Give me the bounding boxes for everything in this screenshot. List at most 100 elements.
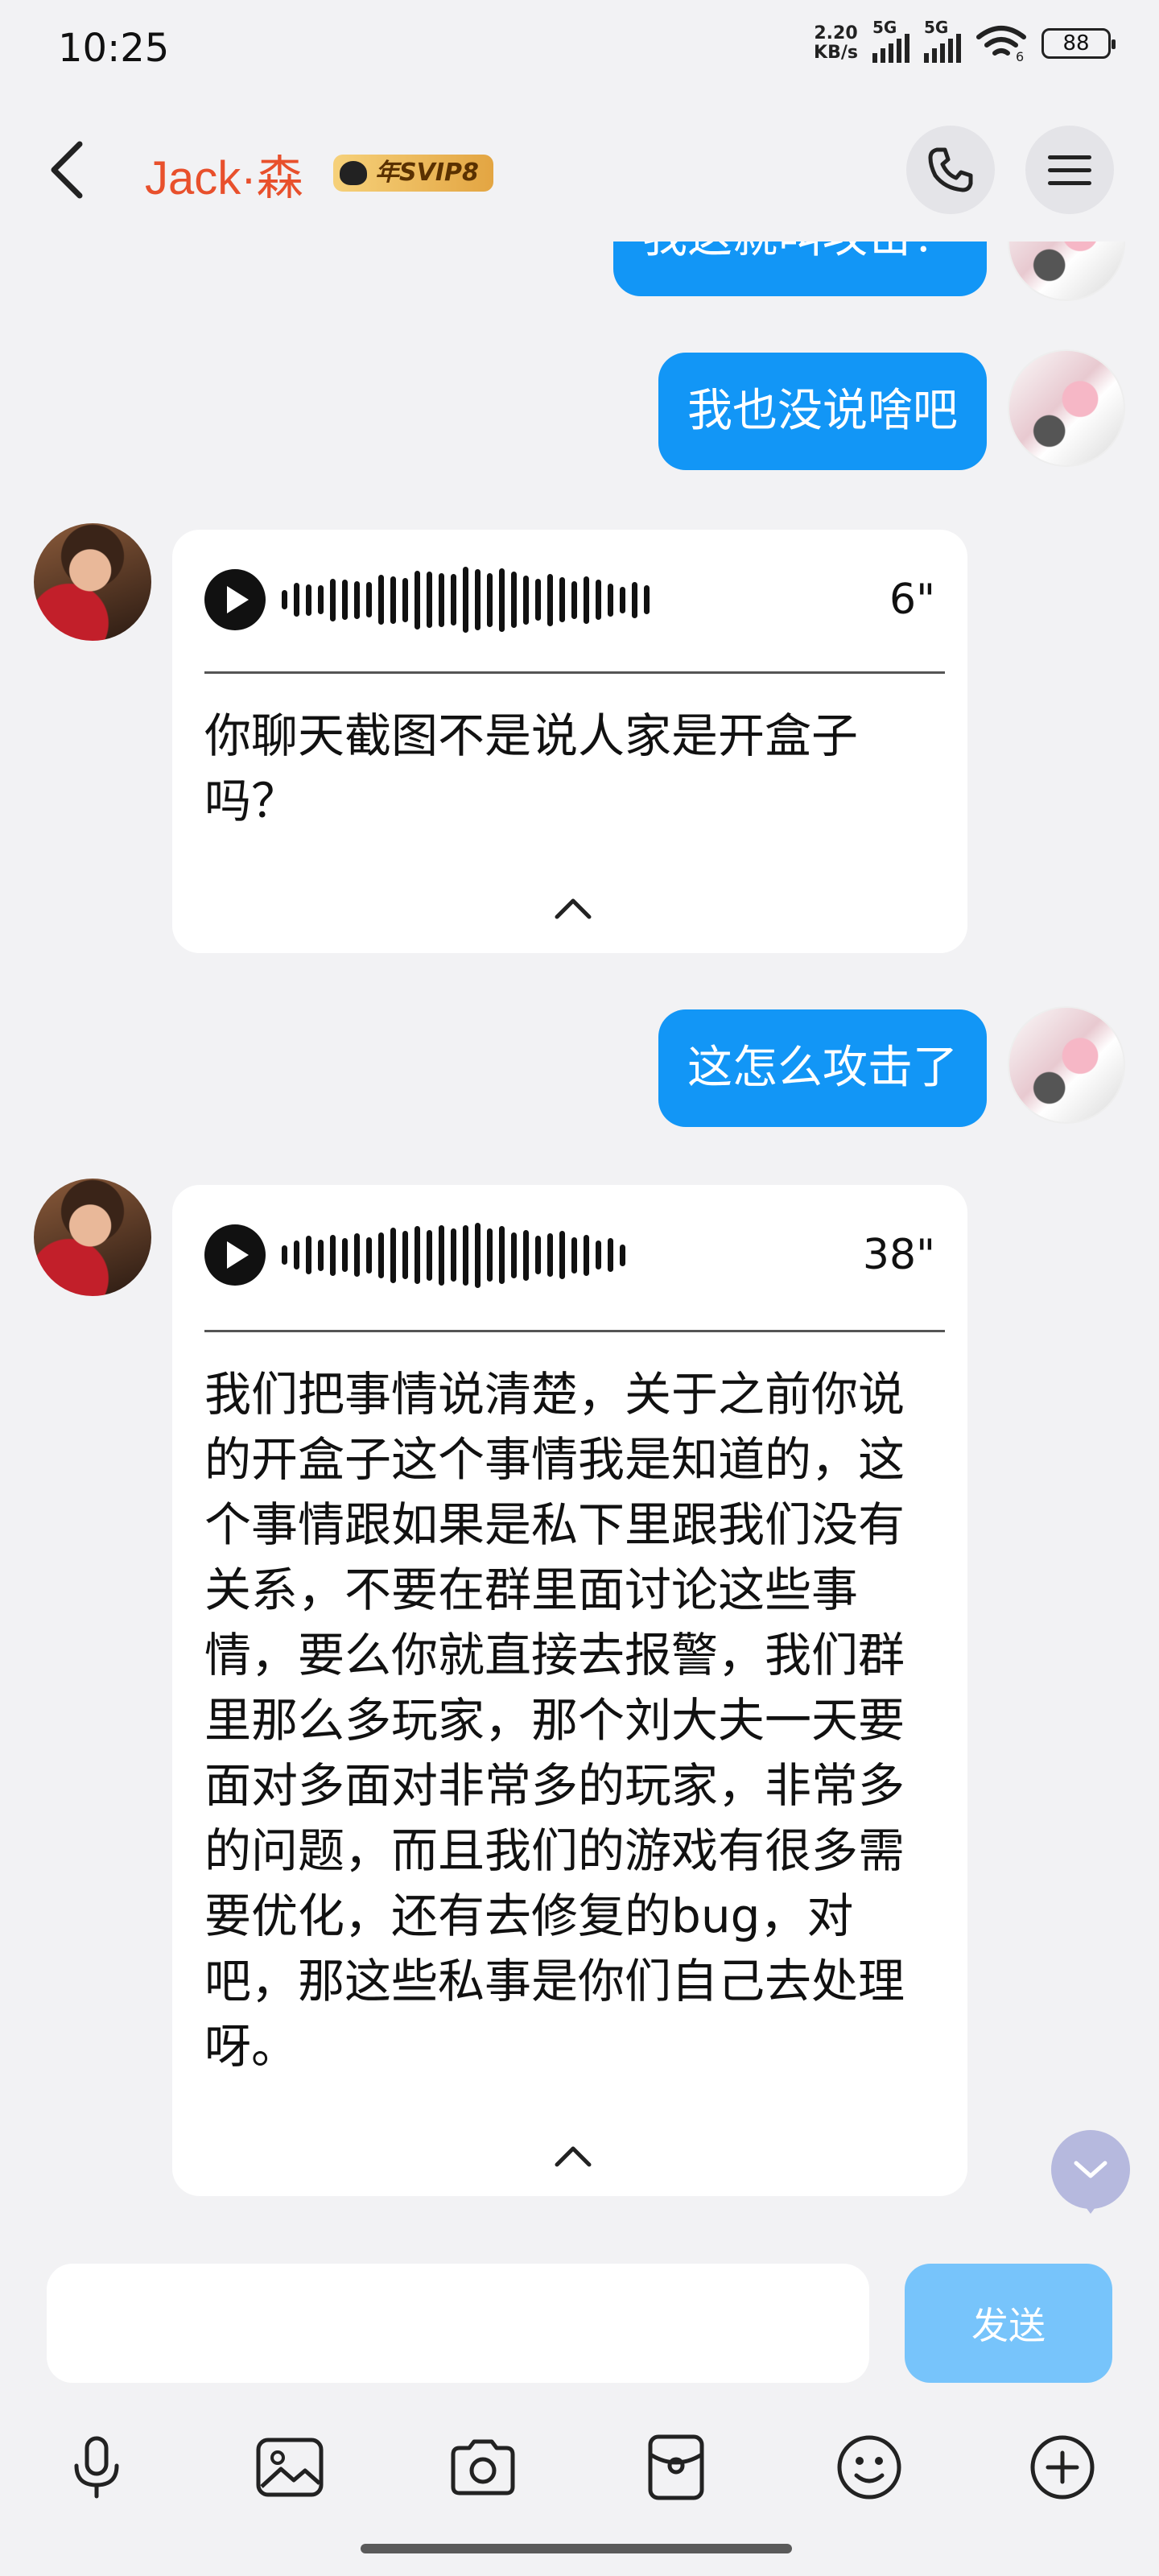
play-icon [227,1241,249,1269]
voice-input-button[interactable] [48,2419,145,2516]
waveform-bar [632,581,637,618]
waveform-bar [620,586,625,613]
peer-avatar[interactable] [34,523,151,641]
waveform-bar [330,578,336,621]
voice-duration: 6" [889,576,935,624]
waveform [282,1220,625,1290]
waveform-bar [294,1241,299,1269]
waveform-bar [451,1228,456,1282]
play-button[interactable] [204,1224,266,1286]
message-input[interactable] [47,2264,869,2383]
waveform-bar [318,585,324,614]
emoji-button[interactable] [821,2419,918,2516]
hamburger-icon [1048,155,1091,185]
waveform-bar [596,1241,601,1269]
waveform-bar [306,1236,311,1274]
waveform-bar [559,577,565,622]
red-packet-button[interactable] [628,2419,724,2516]
waveform-bar [354,1233,360,1277]
waveform-bar [475,1222,481,1288]
waveform-bar [402,577,408,622]
waveform-bar [330,1234,336,1276]
waveform-bar [402,1231,408,1279]
waveform-bar [378,575,384,625]
waveform-bar [487,572,493,627]
waveform-bar [523,575,529,625]
voice-message-card[interactable]: 6" 你聊天截图不是说人家是开盒子吗？ [172,530,967,953]
waveform-bar [354,580,360,619]
svip-badge[interactable]: 年SVIP8 [333,155,493,192]
home-indicator[interactable] [361,2544,792,2553]
waveform-bar [499,1226,505,1284]
voice-duration: 38" [862,1231,935,1279]
waveform-bar [499,568,505,632]
wifi-icon: 6 [976,26,1026,63]
waveform-bar [390,1227,396,1283]
voice-call-button[interactable] [906,126,995,214]
waveform-bar [511,1232,517,1278]
message-bubble-outgoing[interactable]: 这怎么攻击了 [658,1009,987,1127]
play-button[interactable] [204,569,266,630]
camera-button[interactable] [435,2419,531,2516]
contact-name[interactable]: Jack·森 [145,140,303,208]
plus-icon [1030,2435,1095,2500]
waveform-bar [547,573,553,626]
waveform-bar [306,584,311,616]
waveform-bar [439,572,444,627]
collapse-button[interactable] [549,892,597,924]
self-avatar[interactable] [1008,1006,1125,1124]
photo-button[interactable] [241,2419,338,2516]
self-avatar[interactable] [1008,349,1125,467]
menu-button[interactable] [1025,126,1114,214]
waveform-bar [547,1233,553,1277]
network-speed: 2.20 KB/s [814,23,858,63]
status-time: 10:25 [58,26,170,71]
waveform-bar [608,583,613,617]
waveform-bar [415,570,420,630]
waveform-bar [523,1229,529,1281]
waveform-bar [535,579,541,621]
chat-header: Jack·森 年SVIP8 [0,97,1159,242]
scroll-to-bottom-button[interactable] [1051,2130,1130,2214]
waveform-bar [439,1224,444,1286]
collapse-button[interactable] [549,2140,597,2172]
sim1-signal-icon: 5G [872,18,909,63]
waveform-bar [571,580,577,619]
camera-icon [451,2439,515,2496]
waveform-bar [596,580,601,620]
voice-message-card[interactable]: 38" 我们把事情说清楚，关于之前你说的开盒子这个事情我是知道的，这个事情跟如果… [172,1185,967,2196]
voice-player: 38" [204,1220,935,1290]
waveform-bar [463,567,468,633]
voice-transcript: 你聊天截图不是说人家是开盒子吗？ [204,708,859,828]
red-packet-icon [648,2434,704,2500]
waveform-bar [366,1236,372,1274]
more-button[interactable] [1014,2419,1111,2516]
voice-player: 6" [204,565,935,634]
peer-avatar[interactable] [34,1179,151,1296]
image-icon [256,2438,324,2497]
waveform-bar [378,1232,384,1278]
battery-indicator: 88 [1041,28,1116,59]
input-bar: 发送 [0,2242,1159,2576]
back-button[interactable] [39,135,95,204]
waveform-bar [487,1228,493,1282]
waveform-bar [427,1229,432,1281]
chevron-down-icon [1074,2161,1107,2178]
message-bubble-outgoing[interactable]: 我也没说啥吧 [658,353,987,470]
waveform-bar [342,1238,348,1272]
sim2-signal-icon: 5G [924,18,961,63]
waveform-bar [282,1245,287,1265]
phone-icon [928,147,973,192]
waveform-bar [427,572,432,628]
send-button[interactable]: 发送 [905,2264,1112,2383]
microphone-icon [74,2436,119,2499]
waveform-bar [318,1239,324,1271]
svg-text:6: 6 [1016,49,1024,63]
waveform-bar [342,580,348,620]
play-icon [227,586,249,613]
divider [204,671,945,674]
message-list[interactable]: 我这就叫攻击？ 我也没说啥吧 6" 你聊天截图不是说人家是开盒子吗？ 这怎么攻击… [0,0,1159,2242]
status-bar: 10:25 2.20 KB/s 5G 5G 6 88 [0,0,1159,97]
waveform-bar [644,585,650,614]
waveform-bar [475,569,481,630]
